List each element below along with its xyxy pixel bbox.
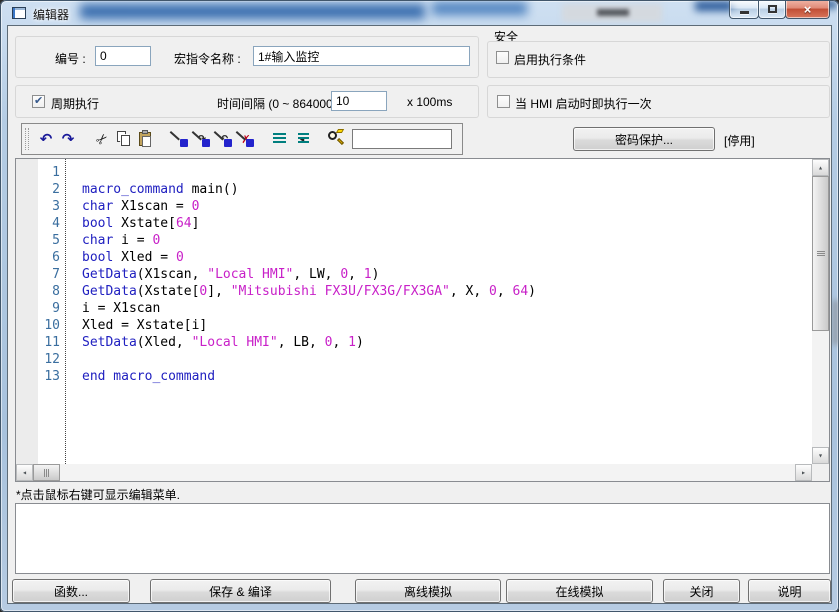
redo-icon[interactable]: ↷ [57, 128, 79, 150]
vertical-scrollbar[interactable]: ▴ ▾ [812, 159, 829, 464]
find-input[interactable] [352, 129, 452, 149]
maximize-icon [768, 5, 777, 13]
minimize-button[interactable] [729, 1, 759, 19]
find-icon[interactable] [325, 128, 347, 150]
next-bookmark-icon[interactable]: ↷ [191, 128, 213, 150]
startup-checkbox[interactable] [497, 95, 510, 108]
horizontal-scroll-thumb[interactable] [33, 464, 60, 481]
close-dialog-button[interactable]: 关闭 [663, 579, 740, 603]
macro-id-input[interactable] [95, 46, 151, 66]
code-line: 8GetData(Xstate[0], "Mitsubishi FX3U/FX3… [16, 283, 812, 300]
indent-icon[interactable] [269, 128, 291, 150]
toggle-bookmark-icon[interactable] [169, 128, 191, 150]
code-line: 4bool Xstate[64] [16, 215, 812, 232]
code-line: 12 [16, 351, 812, 368]
previous-bookmark-icon[interactable]: ↶ [213, 128, 235, 150]
help-label: 说明 [777, 583, 801, 600]
outdent-icon[interactable]: ◂ [291, 128, 313, 150]
periodic-checkbox[interactable] [32, 95, 45, 108]
dialog-client-area: 编号 : 宏指令名称 : 安全 启用执行条件 周期执行 时间间隔 (0 ~ 86… [7, 25, 832, 604]
code-lines[interactable]: 12macro_command main()3char X1scan = 04b… [16, 164, 812, 385]
macro-id-label: 编号 : [55, 50, 86, 67]
functions-button[interactable]: 函数... [12, 579, 130, 603]
code-line: 5char i = 0 [16, 232, 812, 249]
help-button[interactable]: 说明 [748, 579, 831, 603]
offline-sim-label: 离线模拟 [404, 583, 452, 600]
paste-icon[interactable] [135, 128, 157, 150]
copy-icon[interactable] [113, 128, 135, 150]
macro-id-group: 编号 : 宏指令名称 : [15, 36, 479, 78]
code-editor[interactable]: 12macro_command main()3char X1scan = 04b… [15, 158, 830, 482]
interval-unit-label: x 100ms [407, 95, 452, 109]
code-line: 13end macro_command [16, 368, 812, 385]
undo-icon[interactable]: ↶ [35, 128, 57, 150]
minimize-icon [740, 11, 749, 14]
vertical-scroll-thumb[interactable] [812, 176, 829, 331]
code-line: 11SetData(Xled, "Local HMI", LB, 0, 1) [16, 334, 812, 351]
scroll-down-icon[interactable]: ▾ [812, 447, 829, 464]
save-compile-label: 保存 & 编译 [209, 583, 272, 600]
toolbar-grip[interactable] [25, 128, 29, 150]
functions-label: 函数... [54, 583, 88, 600]
code-line: 6bool Xled = 0 [16, 249, 812, 266]
macro-name-input[interactable] [253, 46, 470, 66]
password-protect-label: 密码保护... [615, 131, 673, 148]
enable-condition-checkbox[interactable] [496, 51, 509, 64]
code-line: 7GetData(X1scan, "Local HMI", LW, 0, 1) [16, 266, 812, 283]
scroll-up-icon[interactable]: ▴ [812, 159, 829, 176]
message-output-box [15, 503, 830, 574]
interval-input[interactable] [331, 91, 387, 111]
clear-bookmarks-icon[interactable]: ✗ [235, 128, 257, 150]
editor-window: 编辑器 × 编号 : 宏指令名称 : 安全 启用执行条件 周期执行 时间 [0, 0, 839, 612]
titlebar[interactable]: 编辑器 × [2, 1, 837, 25]
periodic-group: 周期执行 时间间隔 (0 ~ 864000) : x 100ms [15, 85, 479, 118]
code-line: 3char X1scan = 0 [16, 198, 812, 215]
offline-sim-button[interactable]: 离线模拟 [355, 579, 501, 603]
app-icon [12, 7, 26, 19]
startup-group: 当 HMI 启动时即执行一次 [487, 85, 830, 118]
periodic-label: 周期执行 [51, 95, 99, 112]
hint-text: *点击鼠标右键可显示编辑菜单. [16, 486, 180, 503]
maximize-button[interactable] [758, 1, 786, 19]
online-sim-label: 在线模拟 [555, 583, 603, 600]
enable-condition-label: 启用执行条件 [514, 51, 586, 68]
scroll-left-icon[interactable]: ◂ [16, 464, 33, 481]
editor-toolbar: ↶ ↷ ✂ ↷ ↶ ✗ ◂ [21, 123, 463, 155]
cut-icon[interactable]: ✂ [91, 128, 113, 150]
save-compile-button[interactable]: 保存 & 编译 [150, 579, 331, 603]
window-title: 编辑器 [33, 6, 69, 23]
code-line: 2macro_command main() [16, 181, 812, 198]
code-line: 1 [16, 164, 812, 181]
close-icon: × [804, 3, 812, 16]
close-button[interactable]: × [785, 1, 830, 19]
online-sim-button[interactable]: 在线模拟 [506, 579, 653, 603]
code-line: 9i = X1scan [16, 300, 812, 317]
security-group: 安全 启用执行条件 [487, 26, 830, 78]
scrollbar-corner [812, 464, 829, 481]
scroll-right-icon[interactable]: ▸ [795, 464, 812, 481]
startup-label: 当 HMI 启动时即执行一次 [515, 95, 652, 112]
password-status: [停用] [724, 132, 755, 149]
password-protect-button[interactable]: 密码保护... [573, 127, 715, 151]
close-dialog-label: 关闭 [689, 583, 713, 600]
background-window-blur [832, 300, 839, 345]
interval-label: 时间间隔 (0 ~ 864000) : [217, 95, 343, 112]
macro-name-label: 宏指令名称 : [174, 50, 241, 67]
horizontal-scrollbar[interactable]: ◂ ▸ [16, 464, 812, 481]
code-line: 10Xled = Xstate[i] [16, 317, 812, 334]
